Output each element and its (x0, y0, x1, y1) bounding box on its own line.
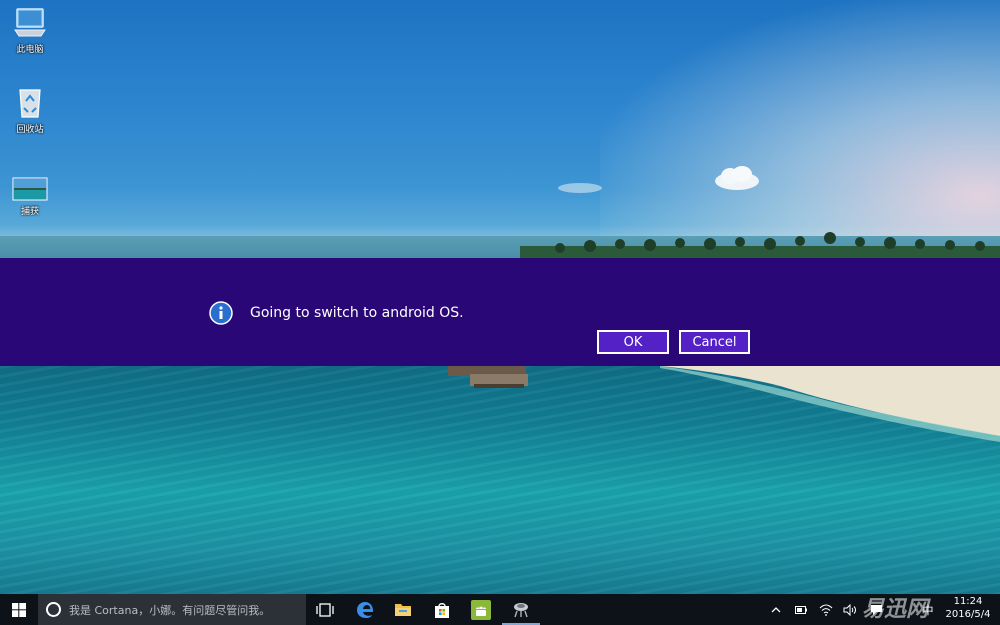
start-button[interactable] (0, 594, 38, 625)
search-placeholder: 我是 Cortana，小娜。有问题尽管问我。 (69, 603, 271, 617)
taskbar-app-edge[interactable] (346, 594, 384, 625)
taskbar-app-file-explorer[interactable] (384, 594, 422, 625)
desktop-icon-label: 回收站 (16, 125, 44, 135)
recycle-bin-icon (19, 89, 41, 118)
cortana-search-box[interactable]: 我是 Cortana，小娜。有问题尽管问我。 (38, 594, 306, 625)
computer-icon (14, 8, 46, 37)
clock-time: 11:24 (953, 596, 983, 607)
ok-button[interactable]: OK (597, 330, 669, 354)
taskbar-app-android[interactable] (462, 594, 500, 625)
desktop-icon-this-pc[interactable]: 此电脑 (0, 6, 60, 55)
desktop-icon-recycle-bin[interactable]: 回收站 (0, 86, 60, 135)
clock[interactable]: 11:24 2016/5/4 (940, 595, 996, 625)
cortana-icon (46, 602, 61, 617)
task-view-icon (316, 602, 334, 617)
palm-island (520, 232, 1000, 260)
pier (448, 366, 528, 388)
android-icon (471, 599, 491, 620)
info-icon (209, 301, 233, 325)
desktop-icon-label: 此电脑 (16, 45, 44, 55)
switch-os-dialog (0, 258, 1000, 366)
clock-date: 2016/5/4 (945, 609, 991, 620)
chevron-up-icon (771, 606, 781, 612)
speaker-icon (843, 603, 856, 616)
app-icon (514, 602, 528, 617)
sky-glow (600, 0, 1000, 260)
edge-icon (357, 601, 374, 618)
network-button[interactable] (816, 594, 836, 625)
beach (660, 366, 1000, 442)
ime-indicator[interactable]: 中 (918, 594, 938, 625)
show-hidden-icons-button[interactable] (766, 594, 786, 625)
taskbar-app-store[interactable] (423, 594, 461, 625)
image-file-icon (12, 177, 48, 201)
battery-icon (795, 605, 807, 614)
store-icon (435, 602, 449, 618)
cloud (558, 183, 602, 193)
notification-icon (870, 604, 882, 615)
cloud (715, 166, 759, 190)
cancel-button[interactable]: Cancel (679, 330, 750, 354)
desktop-icon-capture[interactable]: 捕获 (0, 174, 60, 217)
battery-button[interactable] (791, 594, 811, 625)
desktop: 此电脑 回收站 捕获 Going to switch to android OS… (0, 0, 1000, 625)
dialog-message: Going to switch to android OS. (250, 305, 464, 321)
folder-icon (395, 604, 411, 616)
desktop-icon-label: 捕获 (20, 207, 39, 217)
wifi-icon (819, 603, 833, 616)
volume-button[interactable] (840, 594, 860, 625)
windows-logo-icon (12, 602, 26, 617)
taskbar-app-active[interactable] (502, 594, 540, 625)
task-view-button[interactable] (306, 594, 344, 625)
action-center-button[interactable] (866, 594, 886, 625)
